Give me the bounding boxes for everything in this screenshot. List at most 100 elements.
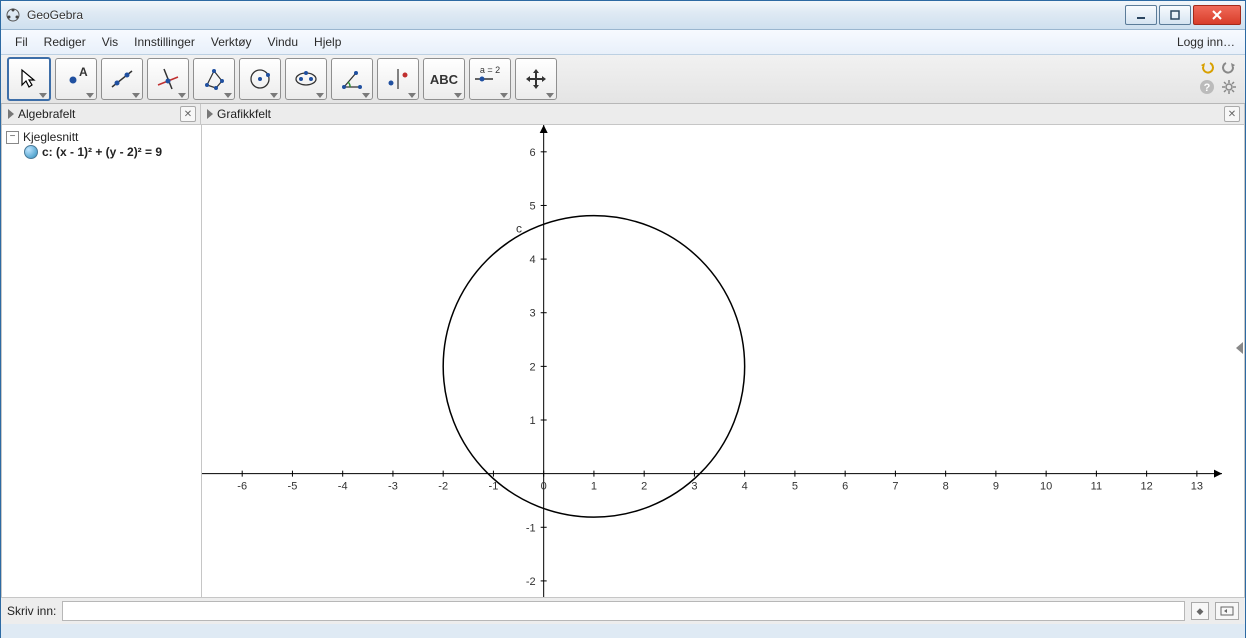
expand-icon — [8, 109, 14, 119]
menu-fil[interactable]: Fil — [7, 30, 36, 54]
chevron-down-icon — [86, 93, 94, 98]
svg-text:-2: -2 — [526, 576, 536, 588]
slider-tool[interactable]: a = 2 — [469, 58, 511, 100]
toolbar-right-icons: ? — [1199, 59, 1237, 95]
menu-rediger[interactable]: Rediger — [36, 30, 94, 54]
expand-icon — [207, 109, 213, 119]
svg-text:0: 0 — [541, 481, 547, 493]
side-panel-handle[interactable] — [1235, 335, 1244, 361]
input-field[interactable] — [62, 601, 1185, 621]
menu-hjelp[interactable]: Hjelp — [306, 30, 349, 54]
svg-text:?: ? — [1204, 82, 1211, 94]
app-window: GeoGebra Fil Rediger Vis Innstillinger V… — [0, 0, 1246, 638]
svg-text:-1: -1 — [526, 522, 536, 534]
svg-text:c: c — [516, 221, 522, 235]
algebra-panel-header[interactable]: Algebrafelt ✕ — [1, 104, 201, 124]
move-graphics-tool[interactable] — [515, 58, 557, 100]
conic-icon — [24, 145, 38, 159]
menu-vis[interactable]: Vis — [94, 30, 126, 54]
menu-vindu[interactable]: Vindu — [260, 30, 306, 54]
tree-group-label: Kjeglesnitt — [23, 130, 78, 144]
svg-text:6: 6 — [530, 147, 536, 159]
tree-group[interactable]: − Kjeglesnitt — [6, 129, 197, 145]
window-title: GeoGebra — [27, 8, 83, 22]
menu-innstillinger[interactable]: Innstillinger — [126, 30, 203, 54]
input-history-button[interactable]: ◆ — [1191, 602, 1209, 620]
polygon-tool[interactable] — [193, 58, 235, 100]
chevron-down-icon — [454, 93, 462, 98]
svg-text:10: 10 — [1040, 481, 1052, 493]
svg-text:-3: -3 — [388, 481, 398, 493]
titlebar: GeoGebra — [1, 1, 1245, 30]
maximize-button[interactable] — [1159, 5, 1191, 25]
input-submit-button[interactable] — [1215, 602, 1239, 620]
perpendicular-tool[interactable] — [147, 58, 189, 100]
svg-text:12: 12 — [1141, 481, 1153, 493]
workspace: − Kjeglesnitt c: (x - 1)² + (y - 2)² = 9… — [1, 125, 1245, 597]
svg-text:1: 1 — [591, 481, 597, 493]
minimize-button[interactable] — [1125, 5, 1157, 25]
collapse-icon[interactable]: − — [6, 131, 19, 144]
angle-tool[interactable] — [331, 58, 373, 100]
svg-text:1: 1 — [530, 415, 536, 427]
chevron-down-icon — [362, 93, 370, 98]
window-bottom-border — [1, 624, 1245, 638]
text-tool-label: ABC — [430, 72, 458, 87]
svg-text:13: 13 — [1191, 481, 1203, 493]
chevron-down-icon — [546, 93, 554, 98]
app-icon — [5, 7, 21, 23]
line-tool[interactable] — [101, 58, 143, 100]
svg-text:3: 3 — [530, 308, 536, 320]
svg-text:-5: -5 — [288, 481, 298, 493]
login-link[interactable]: Logg inn… — [1177, 30, 1245, 54]
settings-icon[interactable] — [1221, 79, 1237, 95]
svg-text:-6: -6 — [237, 481, 247, 493]
chevron-down-icon — [178, 93, 186, 98]
redo-icon[interactable] — [1221, 59, 1237, 75]
svg-text:-2: -2 — [438, 481, 448, 493]
graphics-panel-title: Grafikkfelt — [217, 107, 271, 121]
svg-text:3: 3 — [691, 481, 697, 493]
algebra-view[interactable]: − Kjeglesnitt c: (x - 1)² + (y - 2)² = 9 — [2, 125, 202, 597]
menubar: Fil Rediger Vis Innstillinger Verktøy Vi… — [1, 30, 1245, 55]
reflect-tool[interactable] — [377, 58, 419, 100]
move-tool[interactable] — [7, 57, 51, 101]
svg-text:9: 9 — [993, 481, 999, 493]
input-bar-label: Skriv inn: — [7, 604, 56, 618]
chevron-down-icon — [132, 93, 140, 98]
svg-text:7: 7 — [892, 481, 898, 493]
svg-text:11: 11 — [1091, 481, 1102, 493]
help-icon[interactable]: ? — [1199, 79, 1215, 95]
algebra-panel-close[interactable]: ✕ — [180, 106, 196, 122]
undo-icon[interactable] — [1199, 59, 1215, 75]
algebra-panel-title: Algebrafelt — [18, 107, 75, 121]
close-button[interactable] — [1193, 5, 1241, 25]
point-tool[interactable]: A — [55, 58, 97, 100]
graphics-panel-header[interactable]: Grafikkfelt ✕ — [201, 104, 1245, 124]
graphics-panel-close[interactable]: ✕ — [1224, 106, 1240, 122]
ellipse-tool[interactable] — [285, 58, 327, 100]
chevron-down-icon — [270, 93, 278, 98]
svg-text:A: A — [79, 65, 88, 79]
svg-text:4: 4 — [530, 254, 536, 266]
chevron-down-icon — [224, 93, 232, 98]
chevron-down-icon — [316, 93, 324, 98]
svg-text:-4: -4 — [338, 481, 348, 493]
tree-object[interactable]: c: (x - 1)² + (y - 2)² = 9 — [24, 145, 197, 159]
window-buttons — [1125, 5, 1241, 25]
tree-object-label: c: (x - 1)² + (y - 2)² = 9 — [42, 145, 162, 159]
menu-verktoy[interactable]: Verktøy — [203, 30, 260, 54]
svg-text:8: 8 — [943, 481, 949, 493]
svg-text:5: 5 — [530, 200, 536, 212]
circle-tool[interactable] — [239, 58, 281, 100]
chevron-down-icon — [500, 93, 508, 98]
svg-text:4: 4 — [742, 481, 748, 493]
text-tool[interactable]: ABC — [423, 58, 465, 100]
svg-text:5: 5 — [792, 481, 798, 493]
svg-text:6: 6 — [842, 481, 848, 493]
panel-headers: Algebrafelt ✕ Grafikkfelt ✕ — [1, 104, 1245, 125]
input-bar: Skriv inn: ◆ — [1, 597, 1245, 624]
chevron-down-icon — [39, 93, 47, 98]
graphics-view[interactable]: -6-5-4-3-2-1012345678910111213-2-1123456… — [202, 125, 1244, 597]
chevron-down-icon — [408, 93, 416, 98]
